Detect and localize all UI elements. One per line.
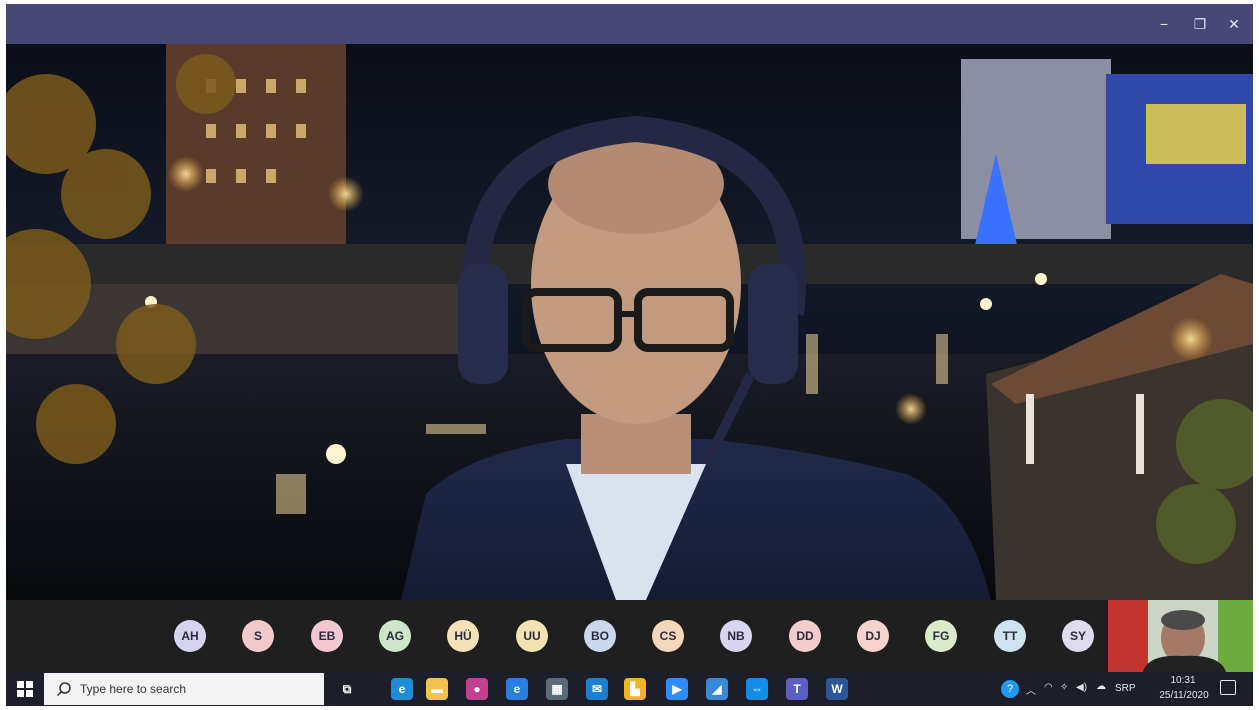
- start-button[interactable]: [6, 672, 44, 706]
- main-video-feed: [6, 44, 1253, 600]
- search-icon: [56, 682, 71, 697]
- show-hidden-icons-chevron-icon[interactable]: ︿: [1026, 682, 1036, 697]
- self-view-video[interactable]: [1108, 600, 1253, 672]
- internet-explorer-icon[interactable]: e: [506, 678, 528, 700]
- word-pad-icon[interactable]: ▙: [624, 678, 646, 700]
- windows-logo-icon: [17, 681, 33, 697]
- participant-avatar[interactable]: EB: [311, 620, 343, 652]
- task-view-icon[interactable]: ⧉: [336, 678, 358, 700]
- search-placeholder: Type here to search: [80, 682, 187, 696]
- paint-icon[interactable]: ●: [466, 678, 488, 700]
- participant-avatar[interactable]: BO: [584, 620, 616, 652]
- notification-center-icon[interactable]: [1220, 680, 1236, 695]
- participant-avatar[interactable]: CS: [652, 620, 684, 652]
- maximize-button[interactable]: ❐: [1182, 4, 1218, 44]
- mail-icon[interactable]: ✉: [586, 678, 608, 700]
- self-view-image: [1108, 600, 1253, 672]
- dropbox-icon[interactable]: ✧: [1060, 682, 1068, 693]
- video-background-image: [6, 44, 1253, 600]
- participant-avatar[interactable]: S: [242, 620, 274, 652]
- close-icon: ✕: [1228, 15, 1240, 32]
- clock-date[interactable]: 25/11/2020: [1154, 690, 1214, 701]
- participant-avatar[interactable]: AH: [174, 620, 206, 652]
- minimize-button[interactable]: −: [1146, 4, 1182, 44]
- participant-avatar[interactable]: HÜ: [447, 620, 479, 652]
- edge-icon[interactable]: e: [391, 678, 413, 700]
- close-button[interactable]: ✕: [1216, 4, 1252, 44]
- teams-icon[interactable]: T: [786, 678, 808, 700]
- input-language[interactable]: SRP: [1115, 683, 1136, 694]
- participant-avatar[interactable]: DJ: [857, 620, 889, 652]
- help-icon[interactable]: ?: [1001, 680, 1019, 698]
- participant-avatar[interactable]: TT: [994, 620, 1026, 652]
- participant-avatar[interactable]: AG: [379, 620, 411, 652]
- windows-taskbar: Type here to search ⧉ e ▬ ● e ▦ ✉ ▙ ▶ ◢ ⇔ T W ? ︿ ◠ …: [6, 672, 1253, 706]
- file-explorer-icon[interactable]: ▬: [426, 678, 448, 700]
- participant-avatar[interactable]: UU: [516, 620, 548, 652]
- volume-icon[interactable]: ◀): [1076, 682, 1087, 693]
- participant-avatar[interactable]: DD: [789, 620, 821, 652]
- participant-strip: AH S EB AG HÜ UU BO CS NB DD DJ FG TT SY: [6, 600, 1253, 672]
- onedrive-icon[interactable]: ☁: [1096, 681, 1106, 692]
- title-bar: − ❐ ✕: [6, 4, 1253, 44]
- calculator-icon[interactable]: ▦: [546, 678, 568, 700]
- maximize-icon: ❐: [1193, 15, 1207, 32]
- word-icon[interactable]: W: [826, 678, 848, 700]
- participant-avatar[interactable]: SY: [1062, 620, 1094, 652]
- zoom-icon[interactable]: ▶: [666, 678, 688, 700]
- taskbar-search-box[interactable]: Type here to search: [44, 673, 324, 705]
- teams-meeting-window: − ❐ ✕ AH S EB AG HÜ UU BO CS NB DD DJ FG…: [6, 4, 1253, 706]
- participant-avatar[interactable]: FG: [925, 620, 957, 652]
- clock-time[interactable]: 10:31: [1158, 675, 1208, 686]
- participant-avatar[interactable]: NB: [720, 620, 752, 652]
- teamviewer-icon[interactable]: ⇔: [746, 678, 768, 700]
- minimize-icon: −: [1159, 16, 1169, 32]
- network-icon[interactable]: ◠: [1044, 682, 1053, 693]
- app-icon[interactable]: ◢: [706, 678, 728, 700]
